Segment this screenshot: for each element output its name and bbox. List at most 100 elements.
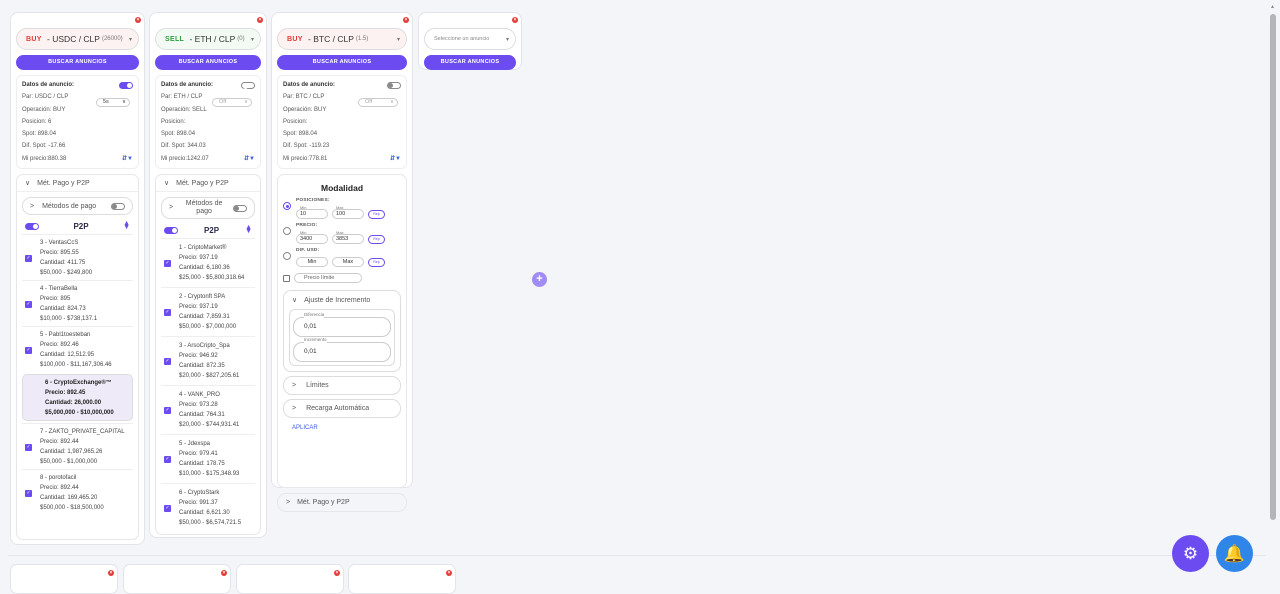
rep-button[interactable]: Rep — [368, 235, 385, 245]
checkbox[interactable]: ✓ — [25, 300, 32, 308]
notifications-button[interactable]: 🔔 — [1216, 535, 1253, 572]
close-icon[interactable]: × — [221, 570, 227, 576]
info-toggle[interactable] — [119, 81, 133, 89]
ad-select[interactable]: BUY - BTC / CLP (1.5) ▾ — [277, 28, 407, 50]
close-icon[interactable]: × — [512, 17, 518, 23]
rep-button[interactable]: Rep — [368, 258, 385, 268]
p2p-toggle[interactable] — [25, 222, 39, 230]
payment-p2p-header[interactable]: ∨ Mét. Pago y P2P — [17, 175, 138, 193]
interval-select[interactable]: Off ∨ — [212, 98, 252, 107]
info-toggle[interactable] — [387, 81, 401, 89]
chevron-down-icon: ▾ — [505, 36, 509, 43]
filter-icon[interactable]: ⇵▼ — [244, 153, 255, 165]
ad-select[interactable]: BUY - USDC / CLP (26000) ▾ — [16, 28, 139, 50]
close-icon[interactable]: × — [108, 570, 114, 576]
interval-select[interactable]: 5s ∨ — [96, 98, 130, 107]
dif-min-input[interactable]: Min — [296, 257, 328, 268]
scrollbar[interactable] — [1270, 14, 1276, 520]
amount-label: (0) — [237, 36, 245, 42]
posiciones-radio[interactable] — [283, 202, 291, 211]
list-item[interactable]: ✓ 7 - ZAKTO_PRIVATE_CAPITAL Precio: 892.44… — [22, 423, 133, 469]
bottom-panel: × — [123, 564, 231, 594]
side-label: BUY — [26, 35, 42, 43]
list-item[interactable]: ✓ 2 - Cryptonft SPA Precio: 937.19 Cantidad… — [161, 287, 255, 336]
precio-limite-input[interactable]: Precio límite — [294, 273, 362, 284]
list-item[interactable]: ✓ 3 - VentasCcS Precio: 895.55 Cantidad: 41… — [22, 234, 133, 280]
dif-max-input[interactable]: Max — [332, 257, 364, 268]
precio-limite-row: Precio límite — [278, 273, 406, 284]
checkbox[interactable]: ✓ — [164, 308, 171, 316]
payment-p2p-section[interactable]: > Mét. Pago y P2P — [277, 493, 407, 513]
close-icon[interactable]: × — [257, 17, 263, 23]
list-item[interactable]: ✓ 4 - VANK_PRO Precio: 973.28 Cantidad: 764… — [161, 385, 255, 434]
checkbox[interactable]: ✓ — [164, 455, 171, 463]
payment-methods-toggle-row[interactable]: > Métodos de pago — [22, 197, 133, 216]
ad-panel-4: × Seleccione un anuncio ▾ BUSCAR ANUNCIO… — [418, 12, 522, 70]
posiciones-row: POSICIONES: Min 10 Max 100 Rep — [278, 198, 406, 220]
list-item[interactable]: ✓ 4 - TierraBella Precio: 895 Cantidad: 824… — [22, 280, 133, 326]
search-ads-button[interactable]: BUSCAR ANUNCIOS — [155, 55, 261, 70]
payment-p2p-header[interactable]: ∨ Mét. Pago y P2P — [156, 175, 260, 193]
recarga-automatica-section[interactable]: > Recarga Automática — [283, 399, 401, 419]
list-item[interactable]: ✓ 3 - ArsoCripto_Spa Precio: 946.92 Cantida… — [161, 336, 255, 385]
search-ads-button[interactable]: BUSCAR ANUNCIOS — [424, 55, 516, 70]
checkbox[interactable]: ✓ — [25, 489, 32, 497]
add-panel-button[interactable]: + — [532, 272, 547, 287]
checkbox[interactable]: ✓ — [25, 346, 32, 354]
list-item[interactable]: ✓ 1 - CriptoMarket® Precio: 937.19 Cantidad… — [161, 238, 255, 287]
precio-radio[interactable] — [283, 227, 291, 236]
chevron-down-icon: ∨ — [243, 99, 248, 105]
payment-methods-toggle[interactable] — [233, 204, 247, 212]
sort-icon[interactable]: ▲ ▼ — [123, 220, 130, 231]
pos-min-input[interactable]: Min 10 — [296, 205, 328, 220]
info-my-price: Mi precio:778.81 — [283, 155, 328, 162]
limites-section[interactable]: > Límites — [283, 376, 401, 396]
close-icon[interactable]: × — [403, 17, 409, 23]
precio-max-input[interactable]: Max 3853 — [332, 230, 364, 245]
p2p-toggle[interactable] — [164, 226, 178, 234]
close-icon[interactable]: × — [334, 570, 340, 576]
list-item[interactable]: ✓ 5 - Jdexspa Precio: 979.41 Cantidad: 178.… — [161, 434, 255, 483]
payment-methods-toggle-row[interactable]: > Métodos de pago — [161, 197, 255, 220]
list-item[interactable]: ✓ 8 - porotofacil Precio: 892.44 Cantidad: … — [22, 469, 133, 515]
search-ads-button[interactable]: BUSCAR ANUNCIOS — [277, 55, 407, 70]
search-ads-button[interactable]: BUSCAR ANUNCIOS — [16, 55, 139, 70]
bottom-panel: × — [348, 564, 456, 594]
checkbox[interactable]: ✓ — [25, 443, 32, 451]
ad-panel-1: × BUY - USDC / CLP (26000) ▾ BUSCAR ANUN… — [10, 12, 145, 545]
payment-methods-toggle[interactable] — [111, 202, 125, 210]
filter-icon[interactable]: ⇵▼ — [122, 153, 133, 165]
modalidad-title: Modalidad — [320, 183, 364, 194]
checkbox[interactable]: ✓ — [25, 254, 32, 262]
incremento-input[interactable]: Incremento 0,01 — [293, 337, 391, 363]
settings-button[interactable]: ⚙ — [1172, 535, 1209, 572]
precio-limite-checkbox[interactable] — [283, 274, 290, 282]
scroll-up-arrow[interactable]: ▲ — [1270, 4, 1275, 10]
checkbox[interactable]: ✓ — [164, 259, 171, 267]
pair-label: USDC / CLP — [52, 34, 100, 44]
checkbox[interactable]: ✓ — [164, 357, 171, 365]
list-item[interactable]: ✓ 6 - CryptoStark Precio: 991.37 Cantidad: … — [161, 483, 255, 532]
checkbox[interactable]: ✓ — [164, 406, 171, 414]
aplicar-button[interactable]: APLICAR — [292, 425, 406, 431]
precio-min-input[interactable]: Min 3400 — [296, 230, 328, 245]
interval-select[interactable]: Off ∨ — [358, 98, 398, 107]
info-toggle[interactable] — [241, 81, 255, 89]
rep-button[interactable]: Rep — [368, 210, 385, 220]
ad-select[interactable]: SELL - ETH / CLP (0) ▾ — [155, 28, 261, 50]
select-placeholder: Seleccione un anuncio — [434, 36, 490, 42]
chevron-down-icon: ∨ — [292, 297, 298, 305]
filter-icon[interactable]: ⇵▼ — [390, 153, 401, 165]
payment-p2p-header[interactable]: > Mét. Pago y P2P — [278, 494, 406, 511]
ad-select[interactable]: Seleccione un anuncio ▾ — [424, 28, 516, 50]
list-item[interactable]: ✓ 5 - Pabl1toesteban Precio: 892.46 Cantida… — [22, 326, 133, 372]
close-icon[interactable]: × — [135, 17, 141, 23]
chevron-down-icon: ∨ — [25, 180, 31, 188]
ajuste-incremento-header[interactable]: ∨ Ajuste de Incremento — [284, 291, 400, 309]
sort-icon[interactable]: ▲ ▼ — [245, 224, 252, 235]
close-icon[interactable]: × — [446, 570, 452, 576]
checkbox[interactable]: ✓ — [164, 504, 171, 512]
pos-max-input[interactable]: Max 100 — [332, 205, 364, 220]
diferencia-input[interactable]: Diferencia 0,01 — [293, 312, 391, 338]
dif-usd-radio[interactable] — [283, 252, 291, 261]
